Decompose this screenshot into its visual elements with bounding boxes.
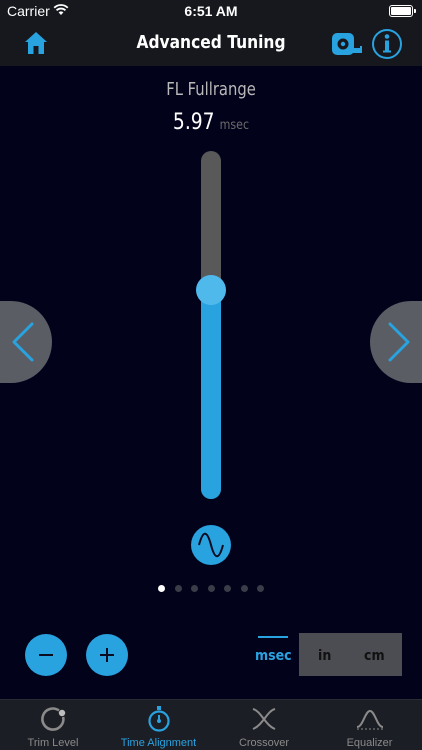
- tab-time-alignment[interactable]: Time Alignment: [106, 700, 211, 750]
- slider-fill: [201, 290, 221, 499]
- tab-label: Equalizer: [346, 737, 393, 749]
- page-dot[interactable]: [174, 585, 182, 592]
- page-dot[interactable]: [207, 585, 215, 592]
- delay-unit: msec: [219, 118, 250, 133]
- chevron-right-icon: [388, 322, 410, 362]
- page-dot[interactable]: [257, 585, 264, 592]
- selected-unit-indicator: [258, 636, 288, 638]
- unit-in-button[interactable]: in: [318, 648, 331, 664]
- unit-msec-button[interactable]: msec: [255, 648, 292, 664]
- page-dot[interactable]: [240, 585, 248, 592]
- decrement-button[interactable]: [25, 634, 67, 676]
- stopwatch-icon: [147, 706, 170, 732]
- increment-button[interactable]: [86, 634, 128, 676]
- tab-label: Time Alignment: [120, 737, 197, 749]
- slider-thumb[interactable]: [196, 275, 226, 305]
- page-dot[interactable]: [224, 585, 231, 592]
- unit-cm-button[interactable]: cm: [364, 648, 385, 664]
- page-dot[interactable]: [158, 585, 165, 592]
- tab-equalizer[interactable]: Equalizer: [317, 700, 422, 750]
- time-alignment-slider[interactable]: [196, 151, 226, 499]
- delay-readout: 5.97 msec: [32, 110, 391, 135]
- channel-name: FL Fullrange: [166, 79, 256, 100]
- info-icon[interactable]: [371, 28, 403, 60]
- status-bar: Carrier 6:51 AM: [0, 0, 422, 22]
- tape-measure-icon[interactable]: [330, 31, 364, 57]
- trim-level-icon: [41, 707, 66, 731]
- crossover-icon: [252, 708, 276, 730]
- previous-channel-button[interactable]: [0, 301, 52, 383]
- page-dot[interactable]: [191, 585, 198, 592]
- page-indicator: [158, 585, 268, 593]
- plus-icon: [100, 648, 114, 662]
- battery-icon: [389, 5, 416, 17]
- navigation-bar: Advanced Tuning: [0, 22, 422, 66]
- delay-value: 5.97: [172, 110, 215, 135]
- tab-bar: Trim Level Time Alignment Crossover Equa…: [0, 699, 422, 750]
- unit-selector-background: [299, 633, 402, 676]
- clock: 6:51 AM: [184, 3, 238, 19]
- chevron-left-icon: [12, 322, 34, 362]
- sine-wave-icon: [198, 532, 224, 558]
- minus-icon: [39, 654, 53, 656]
- tab-label: Crossover: [238, 737, 290, 749]
- tab-crossover[interactable]: Crossover: [211, 700, 317, 750]
- equalizer-icon: [356, 709, 383, 730]
- tab-trim-level[interactable]: Trim Level: [0, 700, 106, 750]
- next-channel-button[interactable]: [370, 301, 422, 383]
- tab-label: Trim Level: [27, 737, 79, 749]
- test-tone-button[interactable]: [191, 525, 231, 565]
